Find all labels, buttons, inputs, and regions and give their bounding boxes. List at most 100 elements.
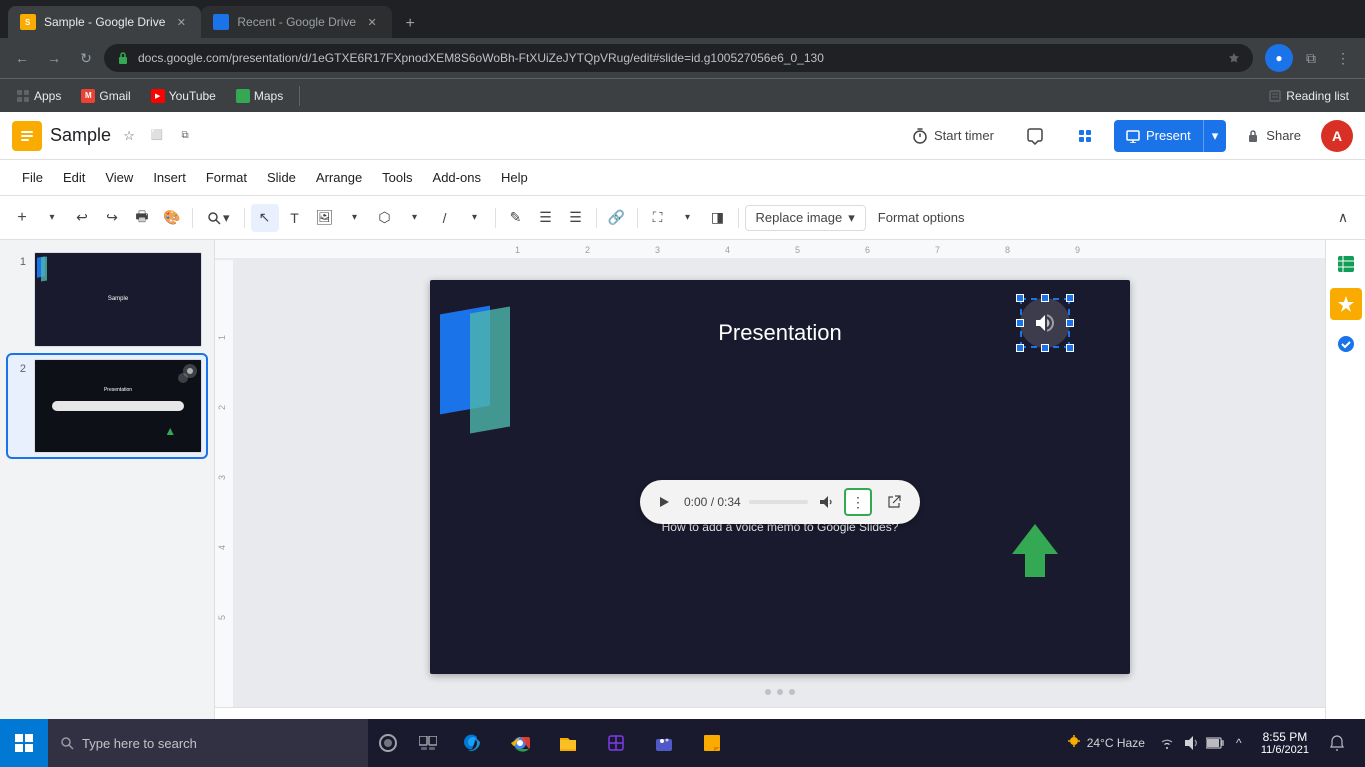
handle-tl[interactable]	[1016, 294, 1024, 302]
bookmark-youtube[interactable]: ▶ YouTube	[143, 85, 224, 107]
volume-tray-icon[interactable]	[1181, 733, 1201, 753]
forward-button[interactable]: →	[40, 44, 68, 72]
menu-view[interactable]: View	[95, 164, 143, 191]
bookmark-gmail[interactable]: M Gmail	[73, 85, 138, 107]
tab-1[interactable]: S Sample - Google Drive ✕	[8, 6, 201, 38]
collapse-toolbar-btn[interactable]: ∧	[1329, 204, 1357, 232]
menu-file[interactable]: File	[12, 164, 53, 191]
weather-widget[interactable]: 24°C Haze	[1057, 734, 1153, 752]
zoom-control[interactable]: ▾	[199, 206, 238, 230]
slide-canvas[interactable]: Presentation How to add a voice memo to …	[430, 280, 1130, 674]
address-bar[interactable]: docs.google.com/presentation/d/1eGTXE6R1…	[104, 44, 1253, 72]
reading-list-btn[interactable]: Reading list	[1260, 85, 1357, 107]
handle-br[interactable]	[1066, 344, 1074, 352]
chevron-up-icon[interactable]: ^	[1229, 733, 1249, 753]
star-icon[interactable]	[1227, 51, 1241, 65]
bg-btn[interactable]: ◨	[704, 204, 732, 232]
menu-tools[interactable]: Tools	[372, 164, 422, 191]
play-button[interactable]	[652, 490, 676, 514]
profile-icon[interactable]: ●	[1265, 44, 1293, 72]
slide-thumb-1[interactable]: 1 Sample	[8, 248, 206, 351]
start-button[interactable]	[0, 719, 48, 767]
slide-preview-1[interactable]: Sample	[34, 252, 202, 347]
audio-more-button[interactable]: ⋮	[844, 488, 872, 516]
taskbar-snipping[interactable]	[592, 719, 640, 767]
image-tool[interactable]: 🖼	[311, 204, 339, 232]
comments-button[interactable]	[1014, 121, 1056, 151]
notification-button[interactable]	[1321, 727, 1353, 759]
open-with-icon[interactable]: ⧉	[175, 126, 195, 146]
taskbar-search[interactable]: Type here to search	[48, 719, 368, 767]
audio-external-button[interactable]	[880, 488, 908, 516]
settings-btn[interactable]: ⋮	[1329, 44, 1357, 72]
audio-player[interactable]: 0:00 / 0:34 ⋮	[640, 480, 920, 524]
network-icon[interactable]	[1157, 733, 1177, 753]
menu-arrange[interactable]: Arrange	[306, 164, 372, 191]
tab1-close[interactable]: ✕	[173, 14, 189, 30]
slide-thumb-2[interactable]: 2 Presentation ▲	[8, 355, 206, 458]
format-options-button[interactable]: Format options	[868, 206, 975, 229]
select-tool[interactable]: ↖	[251, 204, 279, 232]
menu-edit[interactable]: Edit	[53, 164, 95, 191]
add-dropdown-btn[interactable]: ▾	[38, 204, 66, 232]
taskbar-edge[interactable]	[448, 719, 496, 767]
edit-tool[interactable]: ✎	[502, 204, 530, 232]
present-button[interactable]: Present ▾	[1114, 120, 1226, 152]
right-sidebar-sheets[interactable]	[1330, 248, 1362, 280]
slide-title[interactable]: Presentation	[718, 320, 842, 346]
handle-bl[interactable]	[1016, 344, 1024, 352]
handle-rm[interactable]	[1066, 319, 1074, 327]
add-btn[interactable]: +	[8, 204, 36, 232]
redo-btn[interactable]: ↪	[98, 204, 126, 232]
handle-tm[interactable]	[1041, 294, 1049, 302]
volume-button[interactable]	[816, 492, 836, 512]
share-button[interactable]: Share	[1234, 122, 1313, 149]
slide-preview-2[interactable]: Presentation ▲	[34, 359, 202, 454]
crop-dropdown[interactable]: ▾	[674, 204, 702, 232]
line-tool[interactable]: /	[431, 204, 459, 232]
paint-format-btn[interactable]: 🎨	[158, 204, 186, 232]
present-dropdown[interactable]: ▾	[1203, 120, 1227, 152]
menu-slide[interactable]: Slide	[257, 164, 306, 191]
battery-icon[interactable]	[1205, 733, 1225, 753]
audio-element-container[interactable]	[1020, 298, 1070, 348]
image-dropdown[interactable]: ▾	[341, 204, 369, 232]
handle-bm[interactable]	[1041, 344, 1049, 352]
back-button[interactable]: ←	[8, 44, 36, 72]
handle-tr[interactable]	[1066, 294, 1074, 302]
link-btn[interactable]: 🔗	[603, 204, 631, 232]
line-dropdown[interactable]: ▾	[461, 204, 489, 232]
handle-lm[interactable]	[1016, 319, 1024, 327]
align-left-btn[interactable]: ☰	[532, 204, 560, 232]
star-title-icon[interactable]: ☆	[119, 126, 139, 146]
present-main[interactable]: Present	[1114, 120, 1203, 151]
right-sidebar-keep[interactable]	[1330, 288, 1362, 320]
undo-btn[interactable]: ↩	[68, 204, 96, 232]
tab2-close[interactable]: ✕	[364, 14, 380, 30]
bookmark-apps[interactable]: Apps	[8, 85, 69, 107]
bookmark-maps[interactable]: Maps	[228, 85, 291, 107]
taskbar-explorer[interactable]	[544, 719, 592, 767]
menu-format[interactable]: Format	[196, 164, 257, 191]
crop-btn[interactable]: ⛶	[644, 204, 672, 232]
move-icon[interactable]: ⬜	[147, 126, 167, 146]
replace-image-button[interactable]: Replace image ▾	[745, 205, 866, 231]
new-tab-button[interactable]: +	[396, 10, 424, 38]
menu-help[interactable]: Help	[491, 164, 538, 191]
text-box-tool[interactable]: T	[281, 204, 309, 232]
taskbar-sticky[interactable]	[688, 719, 736, 767]
cortana-button[interactable]	[368, 723, 408, 763]
menu-addons[interactable]: Add-ons	[423, 164, 491, 191]
slides-title[interactable]: Sample	[50, 125, 111, 146]
start-timer-button[interactable]: Start timer	[900, 122, 1006, 150]
right-sidebar-tasks[interactable]	[1330, 328, 1362, 360]
user-avatar[interactable]: A	[1321, 120, 1353, 152]
task-view-button[interactable]	[408, 723, 448, 763]
taskbar-chrome[interactable]	[496, 719, 544, 767]
shape-tool[interactable]: ⬡	[371, 204, 399, 232]
taskbar-teams[interactable]	[640, 719, 688, 767]
shape-dropdown[interactable]: ▾	[401, 204, 429, 232]
menu-insert[interactable]: Insert	[143, 164, 196, 191]
tab-2[interactable]: Recent - Google Drive ✕	[201, 6, 392, 38]
canvas-scroll[interactable]: Presentation How to add a voice memo to …	[235, 260, 1325, 707]
